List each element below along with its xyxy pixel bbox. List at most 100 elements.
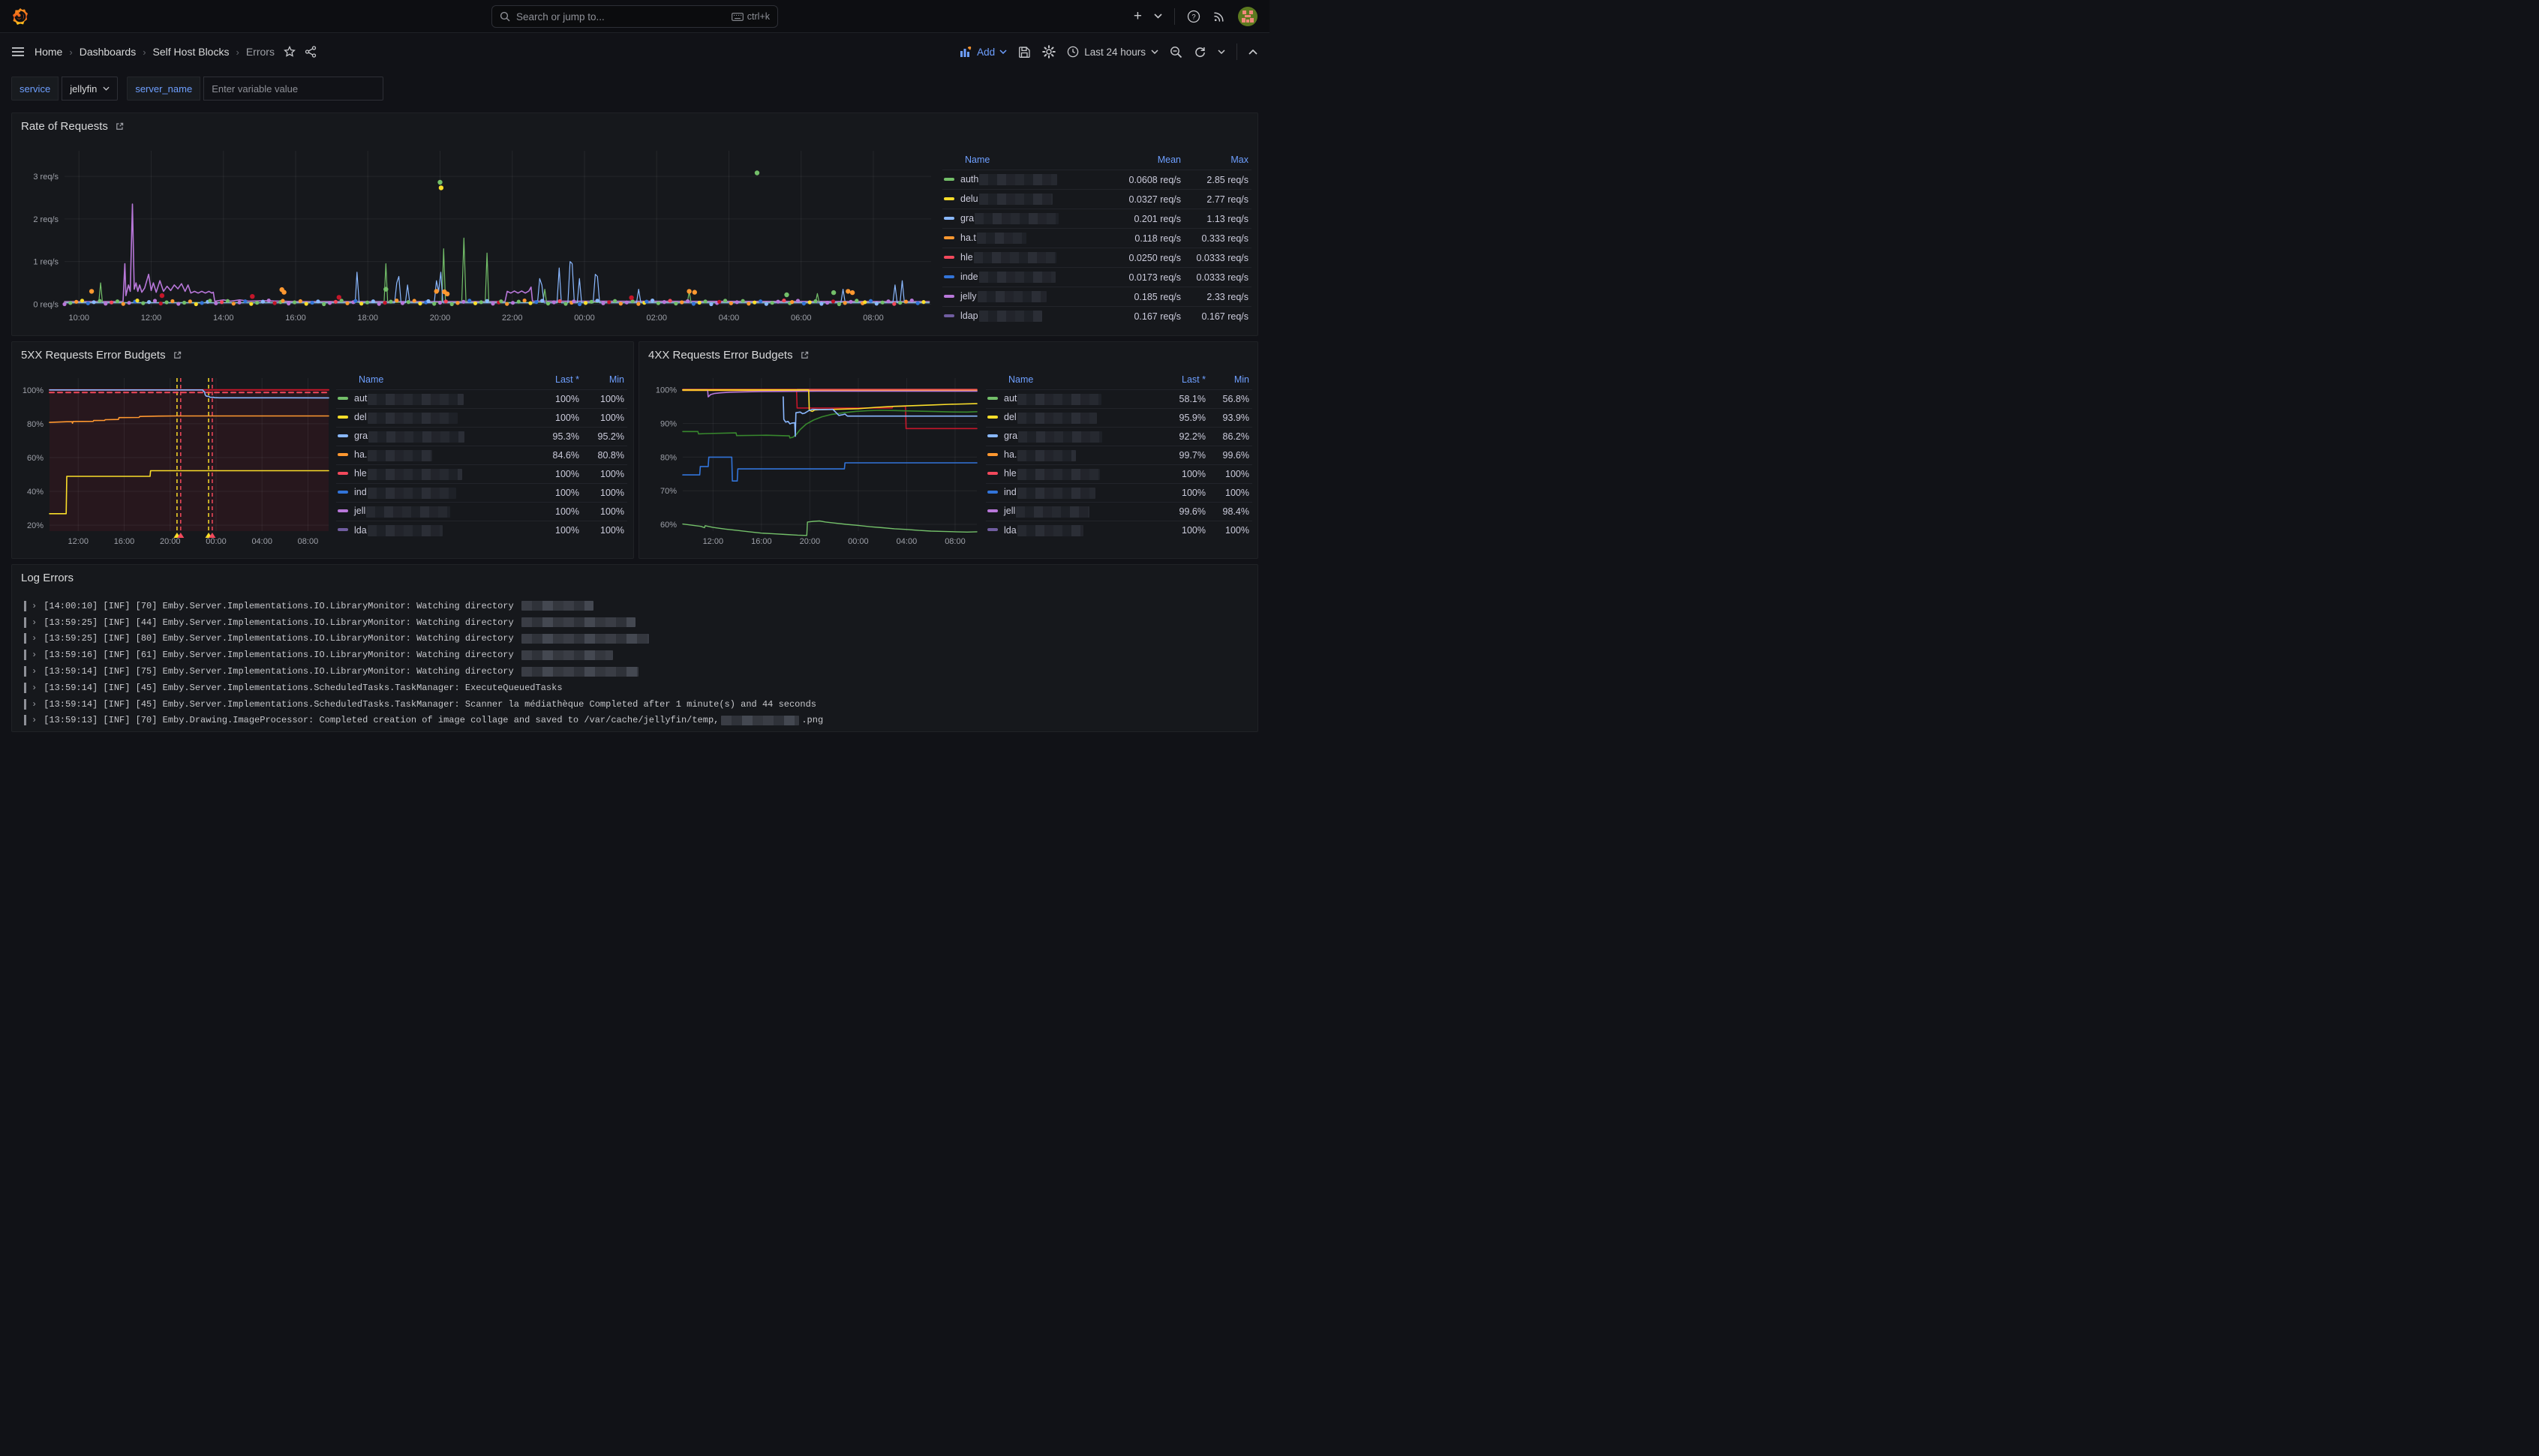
log-expand-chevron-icon[interactable]: › bbox=[32, 666, 37, 677]
log-row[interactable]: ›[13:59:13] [INF] [70] Emby.Drawing.Imag… bbox=[21, 713, 1248, 729]
favorite-star-icon[interactable] bbox=[284, 46, 296, 58]
breadcrumb-dashboards[interactable]: Dashboards bbox=[80, 46, 137, 58]
log-expand-chevron-icon[interactable]: › bbox=[32, 650, 37, 660]
external-link-icon[interactable] bbox=[115, 122, 125, 131]
breadcrumb-home[interactable]: Home bbox=[35, 46, 62, 58]
help-icon[interactable]: ? bbox=[1187, 10, 1200, 23]
news-rss-icon[interactable] bbox=[1212, 10, 1226, 23]
log-level-bar bbox=[24, 715, 26, 725]
legend-header-last[interactable]: Last * bbox=[533, 372, 582, 390]
menu-hamburger-icon[interactable] bbox=[12, 47, 24, 56]
panel-title[interactable]: 4XX Requests Error Budgets bbox=[648, 349, 793, 362]
log-row[interactable]: ›[14:00:10] [INF] [70] Emby.Server.Imple… bbox=[21, 598, 1248, 614]
log-row[interactable]: ›[13:59:16] [INF] [61] Emby.Server.Imple… bbox=[21, 647, 1248, 663]
series-color-chip bbox=[944, 236, 954, 239]
legend-header-last[interactable]: Last * bbox=[1161, 372, 1209, 390]
log-row[interactable]: ›[13:59:25] [INF] [80] Emby.Server.Imple… bbox=[21, 631, 1248, 647]
legend-series-name[interactable]: lda bbox=[986, 521, 1161, 540]
new-chevron-down-icon[interactable] bbox=[1154, 14, 1162, 19]
log-expand-chevron-icon[interactable]: › bbox=[32, 617, 37, 628]
legend-header-name[interactable]: Name bbox=[942, 152, 1109, 170]
legend-series-name[interactable]: ha. bbox=[336, 446, 533, 465]
legend-series-name[interactable]: jelly bbox=[942, 287, 1109, 307]
legend-series-name[interactable]: ldap bbox=[942, 307, 1109, 326]
legend-series-name[interactable]: ind bbox=[336, 484, 533, 503]
legend-header-mean[interactable]: Mean bbox=[1109, 152, 1184, 170]
legend-series-name[interactable]: hle bbox=[942, 248, 1109, 268]
user-avatar[interactable] bbox=[1238, 7, 1257, 26]
zoom-out-icon[interactable] bbox=[1170, 46, 1182, 59]
legend-series-name[interactable]: inde bbox=[942, 268, 1109, 287]
redacted-text bbox=[721, 716, 799, 725]
variable-service-value-dropdown[interactable]: jellyfin bbox=[62, 77, 118, 101]
time-range-picker[interactable]: Last 24 hours bbox=[1067, 46, 1158, 58]
log-expand-chevron-icon[interactable]: › bbox=[32, 715, 37, 725]
variable-service-label: service bbox=[11, 77, 59, 101]
legend-series-name[interactable]: ha.t bbox=[942, 229, 1109, 248]
svg-text:2 req/s: 2 req/s bbox=[33, 215, 59, 224]
log-expand-chevron-icon[interactable]: › bbox=[32, 633, 37, 644]
legend-table: NameLast *Minaut58.1%56.8%del95.9%93.9%g… bbox=[986, 372, 1252, 540]
share-icon[interactable] bbox=[305, 46, 317, 58]
legend-header-min[interactable]: Min bbox=[1209, 372, 1252, 390]
refresh-icon[interactable] bbox=[1194, 46, 1206, 59]
legend-header-max[interactable]: Max bbox=[1184, 152, 1251, 170]
log-row[interactable]: ›[13:59:14] [INF] [75] Emby.Server.Imple… bbox=[21, 663, 1248, 680]
dashboard-settings-gear-icon[interactable] bbox=[1042, 45, 1056, 59]
legend-value: 100% bbox=[533, 521, 582, 540]
series-color-chip bbox=[944, 197, 954, 200]
search-icon bbox=[500, 11, 510, 22]
redacted-text bbox=[521, 634, 649, 644]
collapse-toolbar-chevron-up-icon[interactable] bbox=[1248, 50, 1257, 55]
legend-series-name[interactable]: jell bbox=[336, 503, 533, 521]
external-link-icon[interactable] bbox=[173, 350, 182, 360]
legend-series-name[interactable]: jell bbox=[986, 503, 1161, 521]
legend-series-name[interactable]: gra bbox=[336, 428, 533, 446]
log-level-bar bbox=[24, 650, 26, 660]
legend-header-name[interactable]: Name bbox=[986, 372, 1161, 390]
legend-header-min[interactable]: Min bbox=[582, 372, 627, 390]
log-row[interactable]: ›[13:59:14] [INF] [45] Emby.Server.Imple… bbox=[21, 696, 1248, 713]
breadcrumb-folder[interactable]: Self Host Blocks bbox=[153, 46, 230, 58]
log-expand-chevron-icon[interactable]: › bbox=[32, 699, 37, 710]
legend-series-name[interactable]: gra bbox=[942, 209, 1109, 229]
new-plus-button[interactable]: + bbox=[1134, 8, 1142, 25]
divider bbox=[1174, 8, 1175, 25]
panel-title[interactable]: 5XX Requests Error Budgets bbox=[21, 349, 166, 362]
redacted-text bbox=[521, 601, 593, 611]
legend-series-name[interactable]: hle bbox=[986, 465, 1161, 484]
legend-row: lda100%100% bbox=[986, 521, 1252, 540]
e4-chart[interactable]: 60%70%80%90%100%12:0016:0020:0000:0004:0… bbox=[648, 368, 981, 554]
log-expand-chevron-icon[interactable]: › bbox=[32, 683, 37, 693]
log-expand-chevron-icon[interactable]: › bbox=[32, 601, 37, 611]
save-dashboard-icon[interactable] bbox=[1018, 46, 1031, 59]
rate-chart[interactable]: 0 req/s1 req/s2 req/s3 req/s10:0012:0014… bbox=[20, 139, 939, 330]
legend-series-name[interactable]: ind bbox=[986, 484, 1161, 503]
variable-server-name-input[interactable] bbox=[203, 77, 383, 101]
add-panel-button[interactable]: Add bbox=[960, 47, 1007, 58]
log-row[interactable]: › [13:59:25] [INF] [44] Emby.Server.Imple… bbox=[21, 614, 1248, 631]
series-color-chip bbox=[987, 528, 998, 531]
breadcrumb-separator: › bbox=[69, 47, 72, 58]
log-row[interactable]: ›[13:59:14] [INF] [45] Emby.Server.Imple… bbox=[21, 680, 1248, 696]
legend-series-name[interactable]: del bbox=[336, 409, 533, 428]
legend-series-name[interactable]: delu bbox=[942, 190, 1109, 209]
legend-row: del95.9%93.9% bbox=[986, 409, 1252, 428]
legend-series-name[interactable]: ha. bbox=[986, 446, 1161, 465]
legend-series-name[interactable]: lda bbox=[336, 521, 533, 540]
panel-title[interactable]: Log Errors bbox=[21, 572, 74, 584]
legend-series-name[interactable]: gra bbox=[986, 428, 1161, 446]
legend-series-name[interactable]: aut bbox=[336, 390, 533, 409]
legend-series-name[interactable]: hle bbox=[336, 465, 533, 484]
search-input[interactable]: Search or jump to... ctrl+k bbox=[491, 5, 778, 28]
e5-chart[interactable]: 20%40%60%80%100%12:0016:0020:0000:0004:0… bbox=[15, 368, 333, 554]
legend-series-name[interactable]: auth bbox=[942, 170, 1109, 190]
legend-series-name[interactable]: aut bbox=[986, 390, 1161, 409]
legend-header-name[interactable]: Name bbox=[336, 372, 533, 390]
refresh-interval-chevron-down-icon[interactable] bbox=[1218, 50, 1225, 54]
legend-series-name[interactable]: del bbox=[986, 409, 1161, 428]
log-message: [13:59:25] [INF] [44] Emby.Server.Implem… bbox=[44, 617, 519, 628]
panel-title[interactable]: Rate of Requests bbox=[21, 120, 108, 133]
external-link-icon[interactable] bbox=[800, 350, 810, 360]
grafana-logo[interactable] bbox=[12, 8, 29, 26]
